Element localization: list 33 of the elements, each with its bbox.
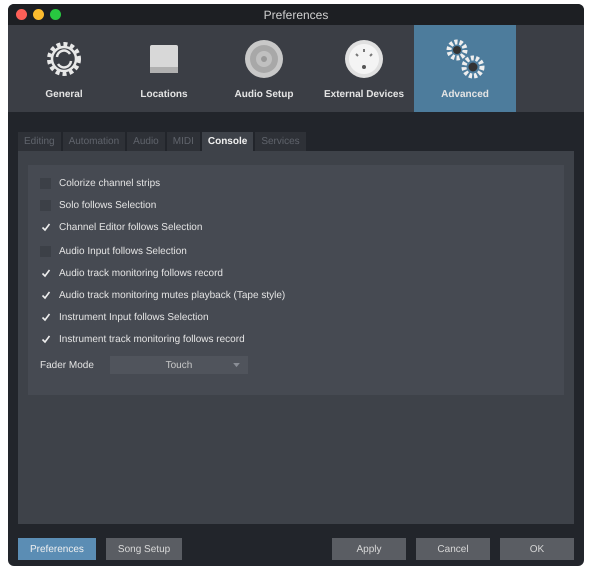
checkbox-label: Instrument Input follows Selection	[59, 312, 209, 322]
dialog-button[interactable]: Cancel	[416, 538, 490, 560]
gauge-icon	[342, 37, 386, 81]
checkbox[interactable]	[40, 222, 51, 232]
checkbox-label: Audio Input follows Selection	[59, 246, 187, 256]
close-button[interactable]	[16, 9, 27, 20]
checkbox[interactable]	[40, 334, 51, 344]
checkbox-label: Instrument track monitoring follows record	[59, 334, 245, 344]
checkbox-label: Colorize channel strips	[59, 178, 160, 188]
toolbar-tab[interactable]: Locations	[114, 25, 214, 112]
speaker-icon	[242, 37, 286, 81]
checkbox-label: Solo follows Selection	[59, 200, 156, 210]
tab[interactable]: Console	[202, 132, 254, 151]
caret-icon	[232, 362, 240, 368]
checkbox[interactable]	[40, 268, 51, 278]
fader-mode-dropdown[interactable]: Touch	[110, 356, 248, 374]
dialog-button[interactable]: OK	[500, 538, 574, 560]
checkbox-label: Channel Editor follows Selection	[59, 222, 202, 232]
toolbar-tab[interactable]: Audio Setup	[214, 25, 314, 112]
checkbox[interactable]	[40, 290, 51, 300]
checkbox-label: Audio track monitoring follows record	[59, 268, 223, 278]
fader-mode-label: Fader Mode	[40, 360, 94, 370]
toolbar-tab[interactable]: Advanced	[414, 25, 516, 112]
checkbox-label: Audio track monitoring mutes playback (Tape style)	[59, 290, 286, 300]
toolbar-tab[interactable]: General	[14, 25, 114, 112]
checkbox[interactable]	[40, 312, 51, 322]
minimize-button[interactable]	[33, 9, 44, 20]
zoom-button[interactable]	[50, 9, 61, 20]
footer-button[interactable]: Song Setup	[106, 538, 182, 560]
toolbar-tab[interactable]: External Devices	[314, 25, 414, 112]
footer-button[interactable]: Preferences	[18, 538, 96, 560]
dialog-button[interactable]: Apply	[332, 538, 406, 560]
window-title: Preferences	[264, 8, 328, 22]
